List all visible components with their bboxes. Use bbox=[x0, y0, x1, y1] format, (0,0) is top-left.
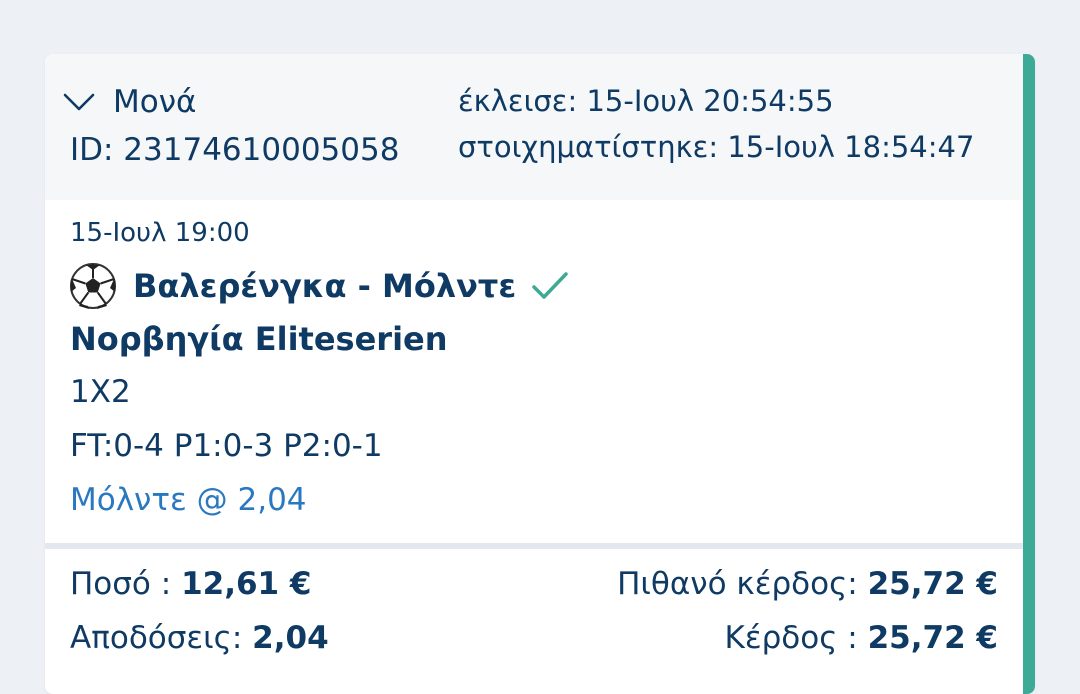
total-odds: Αποδόσεις: 2,04 bbox=[70, 620, 329, 656]
bet-id: ID: 23174610005058 bbox=[70, 132, 400, 168]
closed-at: έκλεισε: 15-Ιουλ 20:54:55 bbox=[458, 84, 834, 118]
league-name: Νορβηγία Eliteserien bbox=[70, 320, 448, 358]
event-row: Βαλερένγκα - Μόλντε bbox=[69, 262, 570, 310]
potential-win: Πιθανό κέρδος: 25,72 € bbox=[617, 566, 998, 602]
profit-value: 25,72 € bbox=[867, 620, 998, 656]
stake-value: 12,61 € bbox=[181, 566, 312, 602]
bet-type-toggle[interactable]: Μονά bbox=[63, 84, 196, 120]
odds-value: 2,04 bbox=[252, 620, 329, 656]
closed-label: έκλεισε: bbox=[458, 84, 578, 118]
placed-at: στοιχηματίστηκε: 15-Ιουλ 18:54:47 bbox=[458, 130, 974, 164]
won-status-stripe bbox=[1023, 54, 1035, 694]
soccer-ball-icon bbox=[70, 263, 116, 309]
market-name: 1X2 bbox=[70, 374, 131, 410]
potential-value: 25,72 € bbox=[867, 566, 998, 602]
final-score: FT:0-4 P1:0-3 P2:0-1 bbox=[70, 428, 383, 464]
divider bbox=[45, 543, 1023, 549]
placed-label: στοιχηματίστηκε: bbox=[458, 130, 719, 164]
bet-card: Μονά ID: 23174610005058 έκλεισε: 15-Ιουλ… bbox=[45, 54, 1035, 694]
potential-label: Πιθανό κέρδος: bbox=[617, 566, 858, 602]
odds-label: Αποδόσεις: bbox=[70, 620, 243, 656]
closed-value: 15-Ιουλ 20:54:55 bbox=[586, 84, 834, 118]
stake-label: Ποσό : bbox=[70, 566, 172, 602]
profit: Κέρδος : 25,72 € bbox=[725, 620, 998, 656]
event-datetime: 15-Ιουλ 19:00 bbox=[70, 218, 250, 248]
check-icon bbox=[532, 272, 568, 299]
profit-label: Κέρδος : bbox=[724, 620, 858, 656]
stake: Ποσό : 12,61 € bbox=[70, 566, 311, 602]
bet-type-label: Μονά bbox=[113, 84, 197, 120]
match-title[interactable]: Βαλερένγκα - Μόλντε bbox=[133, 267, 516, 305]
chevron-down-icon bbox=[63, 93, 95, 111]
selection-odds: Μόλντε @ 2,04 bbox=[70, 482, 307, 518]
bet-header: Μονά ID: 23174610005058 έκλεισε: 15-Ιουλ… bbox=[45, 54, 1023, 200]
placed-value: 15-Ιουλ 18:54:47 bbox=[727, 130, 975, 164]
